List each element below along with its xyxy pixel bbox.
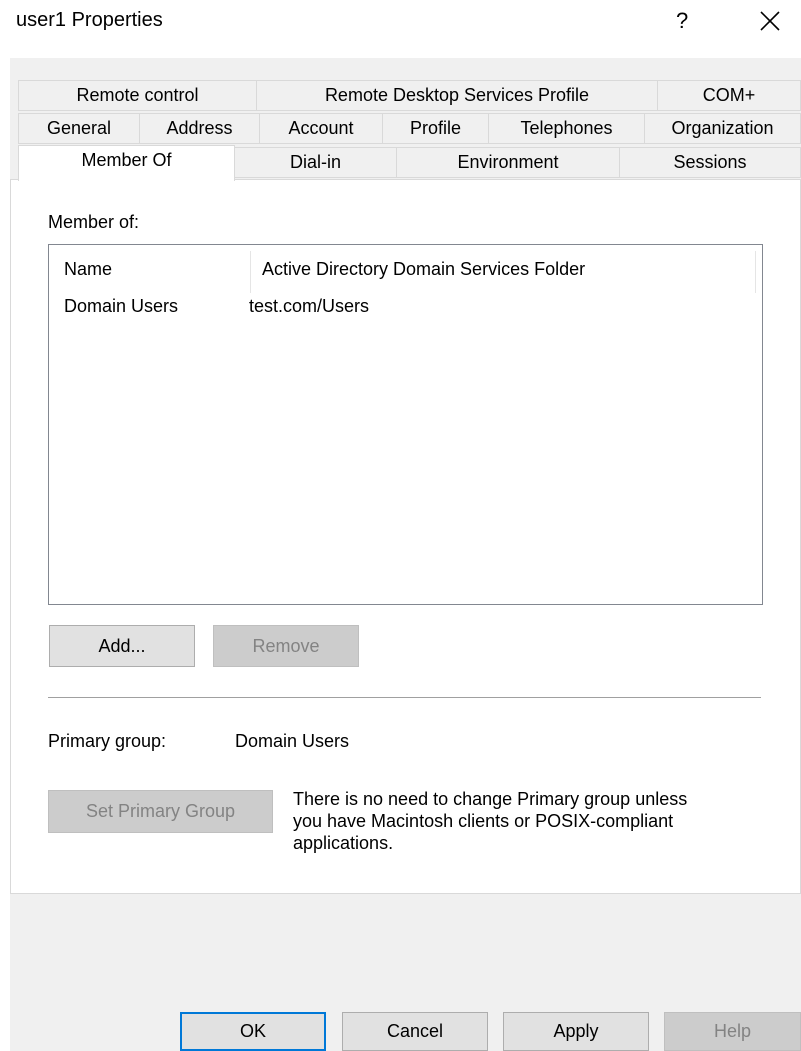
primary-group-label: Primary group: <box>48 731 167 751</box>
set-primary-group-button[interactable]: Set Primary Group <box>48 790 273 833</box>
tab-profile[interactable]: Profile <box>382 113 489 144</box>
window-title: user1 Properties <box>16 9 163 31</box>
cancel-button[interactable]: Cancel <box>342 1012 488 1051</box>
add-button[interactable]: Add... <box>49 625 195 667</box>
note-line: you have Macintosh clients or POSIX-comp… <box>293 811 674 831</box>
member-of-list[interactable]: Name Active Directory Domain Services Fo… <box>48 244 763 605</box>
list-item[interactable]: Domain Users test.com/Users <box>49 293 762 323</box>
title-bar: user1 Properties ? <box>0 0 801 48</box>
tab-dial-in[interactable]: Dial-in <box>234 147 397 178</box>
group-folder-cell: test.com/Users <box>249 296 370 316</box>
tab-general[interactable]: General <box>18 113 140 144</box>
properties-dialog: user1 Properties ? Remote control Remote… <box>0 0 801 1051</box>
close-icon[interactable] <box>758 9 782 33</box>
tab-remote-desktop-services-profile[interactable]: Remote Desktop Services Profile <box>256 80 658 111</box>
remove-button[interactable]: Remove <box>213 625 359 667</box>
tab-com-plus[interactable]: COM+ <box>657 80 801 111</box>
apply-button[interactable]: Apply <box>503 1012 649 1051</box>
tab-address[interactable]: Address <box>139 113 260 144</box>
help-question-button[interactable]: ? <box>676 8 688 34</box>
column-divider[interactable] <box>250 251 251 293</box>
help-button[interactable]: Help <box>664 1012 801 1051</box>
primary-group-note: There is no need to change Primary group… <box>293 788 773 854</box>
tab-sessions[interactable]: Sessions <box>619 147 801 178</box>
group-name-cell: Domain Users <box>64 296 179 316</box>
separator <box>48 697 761 698</box>
tab-member-of[interactable]: Member Of <box>18 145 235 181</box>
primary-group-value: Domain Users <box>235 731 350 751</box>
note-line: There is no need to change Primary group… <box>293 789 688 809</box>
ok-button[interactable]: OK <box>180 1012 326 1051</box>
column-header-name[interactable]: Name <box>64 259 112 280</box>
note-line: applications. <box>293 833 394 853</box>
column-divider[interactable] <box>755 251 756 293</box>
tab-account[interactable]: Account <box>259 113 383 144</box>
column-header-folder[interactable]: Active Directory Domain Services Folder <box>262 259 585 280</box>
member-of-label: Member of: <box>48 212 140 232</box>
list-header: Name Active Directory Domain Services Fo… <box>49 245 762 293</box>
tab-telephones[interactable]: Telephones <box>488 113 645 144</box>
tab-organization[interactable]: Organization <box>644 113 801 144</box>
tab-environment[interactable]: Environment <box>396 147 620 178</box>
tab-remote-control[interactable]: Remote control <box>18 80 257 111</box>
